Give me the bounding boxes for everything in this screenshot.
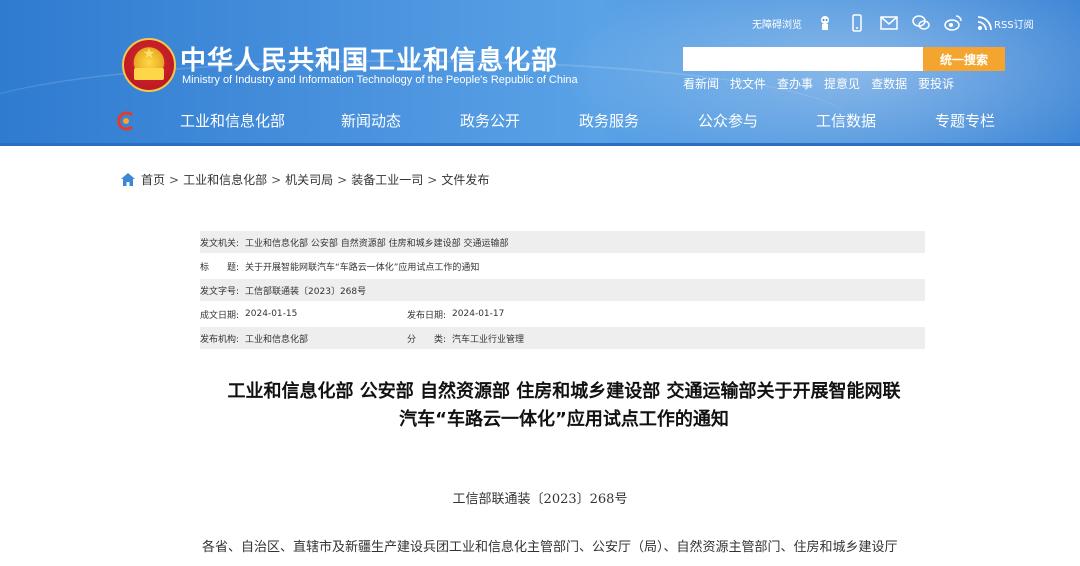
- wechat-icon[interactable]: [912, 14, 930, 32]
- document-title-line-2: 汽车“车路云一体化”应用试点工作的通知: [399, 409, 729, 430]
- nav-item-participation[interactable]: 公众参与: [698, 110, 758, 131]
- meta-row-dates: 成文日期: 2024-01-15 发布日期: 2024-01-17: [200, 303, 925, 325]
- breadcrumb-separator: >: [337, 172, 348, 187]
- rss-label: RSS订阅: [994, 19, 1034, 31]
- meta-row-issuer: 发文机关: 工业和信息化部 公安部 自然资源部 住房和城乡建设部 交通运输部: [200, 231, 925, 253]
- mail-icon[interactable]: [880, 14, 898, 32]
- meta-value-category: 汽车工业行业管理: [452, 334, 525, 345]
- quick-link-files[interactable]: 找文件: [730, 75, 766, 92]
- breadcrumb-equipment-dept[interactable]: 装备工业一司: [351, 171, 423, 188]
- breadcrumb-separator: >: [427, 172, 438, 187]
- site-title-cn[interactable]: 中华人民共和国工业和信息化部: [180, 40, 558, 77]
- nav-item-news[interactable]: 新闻动态: [341, 110, 401, 131]
- search-input[interactable]: [683, 47, 923, 71]
- meta-label-org: 发布机构:: [200, 334, 240, 345]
- document-title: 工业和信息化部 公安部 自然资源部 住房和城乡建设部 交通运输部关于开展智能网联…: [160, 378, 968, 434]
- meta-value-docno: 工信部联通装〔2023〕268号: [245, 286, 367, 297]
- header-divider: [0, 143, 1080, 146]
- site-title-en: Ministry of Industry and Information Tec…: [182, 74, 578, 86]
- home-icon[interactable]: [121, 173, 135, 186]
- breadcrumb-file-release[interactable]: 文件发布: [441, 171, 489, 188]
- meta-row-title: 标 题: 关于开展智能网联汽车“车路云一体化”应用试点工作的通知: [200, 255, 925, 277]
- site-search: 统一搜索: [683, 47, 1005, 71]
- meta-label-category: 分 类:: [407, 334, 447, 345]
- meta-row-org: 发布机构: 工业和信息化部 分 类: 汽车工业行业管理: [200, 327, 925, 349]
- nav-item-miit[interactable]: 工业和信息化部: [180, 110, 285, 131]
- breadcrumb-departments[interactable]: 机关司局: [285, 171, 333, 188]
- document-title-line-1: 工业和信息化部 公安部 自然资源部 住房和城乡建设部 交通运输部关于开展智能网联: [227, 381, 901, 402]
- meta-label-docno: 发文字号:: [200, 286, 240, 297]
- breadcrumb-separator: >: [271, 172, 282, 187]
- meta-label-published: 发布日期:: [407, 310, 447, 321]
- quick-link-data[interactable]: 查数据: [871, 75, 907, 92]
- accessibility-robot-icon[interactable]: [816, 14, 834, 32]
- meta-label-issuer: 发文机关:: [200, 238, 240, 249]
- meta-value-issuer: 工业和信息化部 公安部 自然资源部 住房和城乡建设部 交通运输部: [245, 238, 509, 249]
- quick-links: 看新闻 找文件 查办事 提意见 查数据 要投诉: [683, 75, 954, 92]
- meta-value-title: 关于开展智能网联汽车“车路云一体化”应用试点工作的通知: [245, 262, 480, 273]
- nav-home-logo-icon[interactable]: [115, 110, 137, 132]
- meta-label-created: 成文日期:: [200, 310, 240, 321]
- breadcrumb: 首页 > 工业和信息化部 > 机关司局 > 装备工业一司 > 文件发布: [121, 171, 489, 188]
- quick-link-services[interactable]: 查办事: [777, 75, 813, 92]
- unified-search-button[interactable]: 统一搜索: [923, 47, 1005, 71]
- mobile-icon[interactable]: [848, 14, 866, 32]
- meta-value-created: 2024-01-15: [245, 309, 298, 319]
- meta-row-docno: 发文字号: 工信部联通装〔2023〕268号: [200, 279, 925, 301]
- accessible-browse-link[interactable]: 无障碍浏览: [752, 16, 802, 31]
- meta-label-title: 标 题:: [200, 262, 240, 273]
- meta-value-org: 工业和信息化部: [245, 334, 309, 345]
- national-emblem-logo[interactable]: ★: [122, 38, 176, 92]
- document-meta-table: 发文机关: 工业和信息化部 公安部 自然资源部 住房和城乡建设部 交通运输部 标…: [200, 231, 925, 351]
- document-number: 工信部联通装〔2023〕268号: [452, 492, 628, 507]
- nav-item-gov-service[interactable]: 政务服务: [579, 110, 639, 131]
- quick-link-news[interactable]: 看新闻: [683, 75, 719, 92]
- quick-link-complaint[interactable]: 要投诉: [918, 75, 954, 92]
- breadcrumb-home[interactable]: 首页: [141, 171, 165, 188]
- document-body-first-line: 各省、自治区、直辖市及新疆生产建设兵团工业和信息化主管部门、公安厅（局）、自然资…: [202, 540, 898, 555]
- weibo-icon[interactable]: [944, 14, 962, 32]
- nav-item-topics[interactable]: 专题专栏: [935, 110, 995, 131]
- rss-link[interactable]: RSS订阅: [976, 14, 1034, 32]
- main-nav: 工业和信息化部 新闻动态 政务公开 政务服务 公众参与 工信数据 专题专栏: [0, 102, 1080, 138]
- site-header: ★ 中华人民共和国工业和信息化部 Ministry of Industry an…: [0, 0, 1080, 146]
- breadcrumb-separator: >: [169, 172, 180, 187]
- quick-link-feedback[interactable]: 提意见: [824, 75, 860, 92]
- nav-item-data[interactable]: 工信数据: [816, 110, 876, 131]
- rss-icon: [977, 16, 992, 31]
- breadcrumb-miit[interactable]: 工业和信息化部: [183, 171, 267, 188]
- top-toolbar: 无障碍浏览 RSS订阅: [752, 12, 1034, 34]
- nav-item-gov-open[interactable]: 政务公开: [460, 110, 520, 131]
- meta-value-published: 2024-01-17: [452, 309, 505, 319]
